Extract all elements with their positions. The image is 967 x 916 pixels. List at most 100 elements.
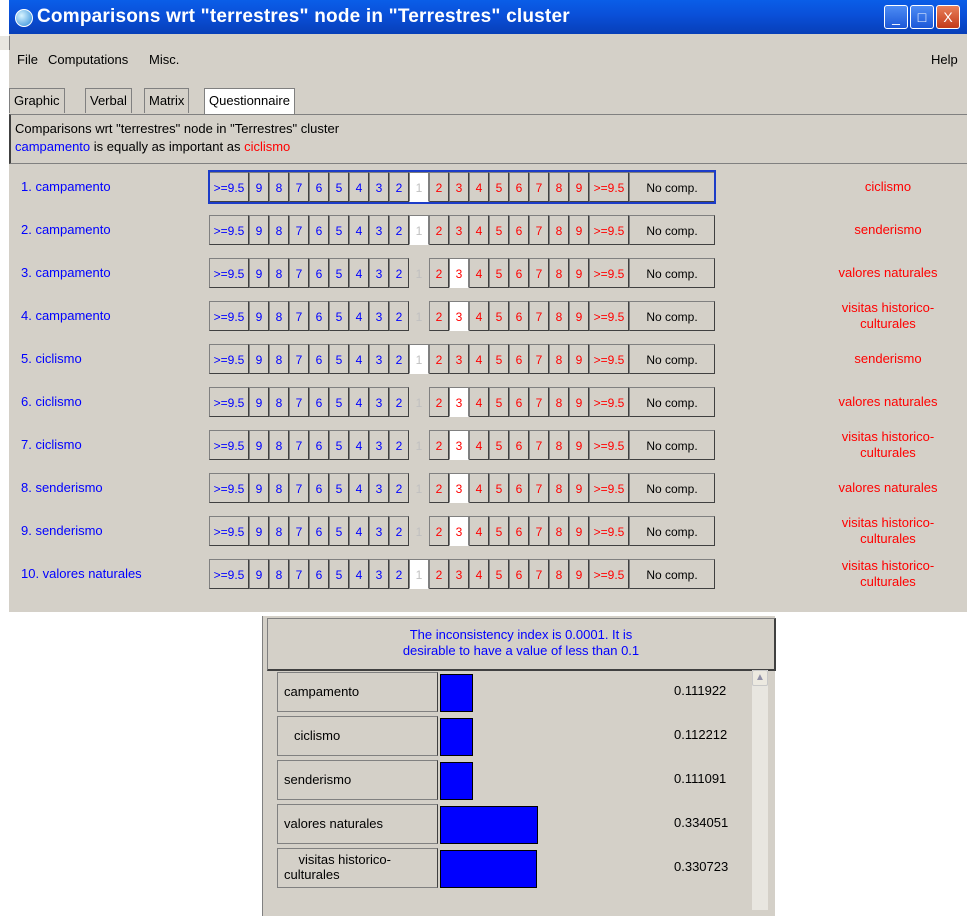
scale-left-8[interactable]: 8 <box>269 559 289 589</box>
scale-left-max[interactable]: >=9.5 <box>209 387 249 417</box>
scale-left-5[interactable]: 5 <box>329 516 349 546</box>
no-comparison-button[interactable]: No comp. <box>629 430 715 460</box>
scale-right-9[interactable]: 9 <box>569 258 589 288</box>
scale-right-max[interactable]: >=9.5 <box>589 215 629 245</box>
scale-left-4[interactable]: 4 <box>349 172 369 202</box>
scale-right-7[interactable]: 7 <box>529 301 549 331</box>
scale-left-8[interactable]: 8 <box>269 344 289 374</box>
scale-left-9[interactable]: 9 <box>249 301 269 331</box>
scale-right-6[interactable]: 6 <box>509 516 529 546</box>
scale-left-4[interactable]: 4 <box>349 301 369 331</box>
scale-right-max[interactable]: >=9.5 <box>589 430 629 460</box>
scale-left-6[interactable]: 6 <box>309 516 329 546</box>
scale-left-9[interactable]: 9 <box>249 344 269 374</box>
scale-right-2[interactable]: 2 <box>429 258 449 288</box>
scale-right-4[interactable]: 4 <box>469 430 489 460</box>
scale-left-5[interactable]: 5 <box>329 172 349 202</box>
no-comparison-button[interactable]: No comp. <box>629 215 715 245</box>
scale-left-8[interactable]: 8 <box>269 430 289 460</box>
scale-left-6[interactable]: 6 <box>309 430 329 460</box>
no-comparison-button[interactable]: No comp. <box>629 258 715 288</box>
scale-right-6[interactable]: 6 <box>509 473 529 503</box>
scale-left-5[interactable]: 5 <box>329 344 349 374</box>
scale-right-3[interactable]: 3 <box>449 344 469 374</box>
scale-left-7[interactable]: 7 <box>289 172 309 202</box>
scale-left-7[interactable]: 7 <box>289 516 309 546</box>
scale-right-6[interactable]: 6 <box>509 301 529 331</box>
scale-left-5[interactable]: 5 <box>329 258 349 288</box>
scale-right-4[interactable]: 4 <box>469 516 489 546</box>
scale-right-2[interactable]: 2 <box>429 215 449 245</box>
scale-right-8[interactable]: 8 <box>549 301 569 331</box>
title-bar[interactable]: Comparisons wrt "terrestres" node in "Te… <box>9 0 967 34</box>
scale-left-2[interactable]: 2 <box>389 387 409 417</box>
scale-left-5[interactable]: 5 <box>329 387 349 417</box>
scale-right-5[interactable]: 5 <box>489 516 509 546</box>
scale-left-8[interactable]: 8 <box>269 172 289 202</box>
scale-right-3[interactable]: 3 <box>449 430 469 460</box>
scale-right-3[interactable]: 3 <box>449 559 469 589</box>
scale-left-3[interactable]: 3 <box>369 430 389 460</box>
scale-right-5[interactable]: 5 <box>489 172 509 202</box>
scale-right-2[interactable]: 2 <box>429 473 449 503</box>
scale-equal[interactable]: 1 <box>409 387 429 417</box>
scale-right-7[interactable]: 7 <box>529 258 549 288</box>
scale-right-8[interactable]: 8 <box>549 344 569 374</box>
scale-left-7[interactable]: 7 <box>289 387 309 417</box>
scale-left-6[interactable]: 6 <box>309 301 329 331</box>
scale-left-6[interactable]: 6 <box>309 344 329 374</box>
scale-right-4[interactable]: 4 <box>469 258 489 288</box>
scale-left-max[interactable]: >=9.5 <box>209 516 249 546</box>
scale-right-7[interactable]: 7 <box>529 387 549 417</box>
scale-left-max[interactable]: >=9.5 <box>209 430 249 460</box>
scale-right-2[interactable]: 2 <box>429 172 449 202</box>
scale-left-max[interactable]: >=9.5 <box>209 344 249 374</box>
scale-right-4[interactable]: 4 <box>469 344 489 374</box>
scale-left-6[interactable]: 6 <box>309 172 329 202</box>
scale-right-6[interactable]: 6 <box>509 387 529 417</box>
close-button[interactable]: X <box>936 5 960 29</box>
scale-left-2[interactable]: 2 <box>389 344 409 374</box>
scale-right-3[interactable]: 3 <box>449 516 469 546</box>
scale-left-8[interactable]: 8 <box>269 473 289 503</box>
scale-right-9[interactable]: 9 <box>569 387 589 417</box>
scale-right-8[interactable]: 8 <box>549 258 569 288</box>
scale-right-3[interactable]: 3 <box>449 387 469 417</box>
scale-right-5[interactable]: 5 <box>489 215 509 245</box>
scale-left-3[interactable]: 3 <box>369 258 389 288</box>
scrollbar[interactable]: ▲ <box>752 670 768 910</box>
scale-right-7[interactable]: 7 <box>529 430 549 460</box>
scale-left-2[interactable]: 2 <box>389 301 409 331</box>
scale-left-8[interactable]: 8 <box>269 215 289 245</box>
scroll-up-icon[interactable]: ▲ <box>752 670 768 686</box>
scale-right-2[interactable]: 2 <box>429 344 449 374</box>
no-comparison-button[interactable]: No comp. <box>629 387 715 417</box>
scale-right-4[interactable]: 4 <box>469 473 489 503</box>
scale-left-4[interactable]: 4 <box>349 516 369 546</box>
scale-right-max[interactable]: >=9.5 <box>589 559 629 589</box>
scale-left-7[interactable]: 7 <box>289 559 309 589</box>
scale-right-max[interactable]: >=9.5 <box>589 473 629 503</box>
scale-left-4[interactable]: 4 <box>349 344 369 374</box>
scale-left-9[interactable]: 9 <box>249 387 269 417</box>
scale-left-3[interactable]: 3 <box>369 215 389 245</box>
scale-right-5[interactable]: 5 <box>489 344 509 374</box>
minimize-button[interactable]: _ <box>884 5 908 29</box>
tab-verbal[interactable]: Verbal <box>85 88 132 113</box>
scale-left-7[interactable]: 7 <box>289 430 309 460</box>
scale-right-max[interactable]: >=9.5 <box>589 516 629 546</box>
scale-left-8[interactable]: 8 <box>269 387 289 417</box>
scale-right-6[interactable]: 6 <box>509 430 529 460</box>
scale-left-8[interactable]: 8 <box>269 258 289 288</box>
scale-left-8[interactable]: 8 <box>269 301 289 331</box>
scale-left-6[interactable]: 6 <box>309 473 329 503</box>
scale-left-2[interactable]: 2 <box>389 430 409 460</box>
menu-computations[interactable]: Computations <box>48 52 128 67</box>
scale-equal[interactable]: 1 <box>409 516 429 546</box>
no-comparison-button[interactable]: No comp. <box>629 172 715 202</box>
scale-equal[interactable]: 1 <box>409 301 429 331</box>
scale-right-3[interactable]: 3 <box>449 258 469 288</box>
scale-right-5[interactable]: 5 <box>489 559 509 589</box>
scale-left-7[interactable]: 7 <box>289 215 309 245</box>
scale-left-3[interactable]: 3 <box>369 344 389 374</box>
